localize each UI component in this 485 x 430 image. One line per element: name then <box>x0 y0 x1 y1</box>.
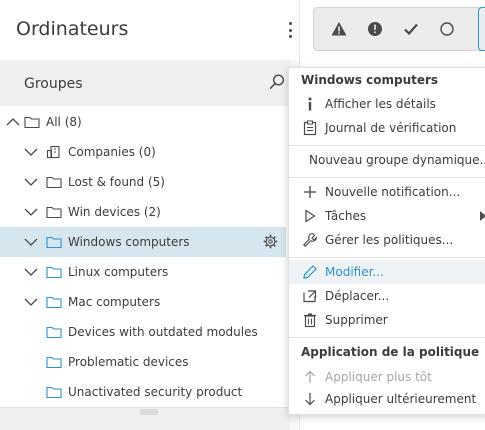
menu-item-delete[interactable]: Supprimer <box>289 308 485 332</box>
menu-heading: Windows computers <box>301 73 439 87</box>
filter-toggle-button[interactable] <box>478 7 485 51</box>
menu-item-label: Afficher les détails <box>325 97 436 111</box>
status-filter-bar <box>313 7 485 51</box>
tree-item-mac-computers[interactable]: Mac computers <box>0 287 286 317</box>
tree-item-label: All (8) <box>46 115 82 129</box>
tree-item-label: Problematic devices <box>68 355 189 369</box>
folder-icon <box>46 296 62 309</box>
search-icon[interactable] <box>268 73 286 91</box>
error-icon[interactable] <box>366 20 384 38</box>
menu-item-label: Gérer les politiques... <box>325 233 454 247</box>
warning-icon[interactable] <box>330 20 348 38</box>
tree-item-lost-found[interactable]: Lost & found (5) <box>0 167 286 197</box>
menu-item-label: Déplacer... <box>325 289 390 303</box>
none-icon[interactable] <box>438 20 456 38</box>
folder-icon <box>46 176 62 189</box>
play-icon <box>305 209 316 223</box>
menu-item-new-notification[interactable]: Nouvelle notification... <box>289 180 485 204</box>
menu-item-audit-log[interactable]: Journal de vérification <box>289 116 485 140</box>
menu-item-label: Nouvelle notification... <box>325 185 461 199</box>
dynamic-folder-icon <box>46 356 62 369</box>
computers-panel: Ordinateurs Groupes All (8) Companies (0… <box>0 0 298 430</box>
tree-item-label: Linux computers <box>68 265 169 279</box>
menu-item-move[interactable]: Déplacer... <box>289 284 485 308</box>
page-title: Ordinateurs <box>16 18 129 40</box>
arrow-up-icon <box>305 370 315 383</box>
resize-grip-icon[interactable] <box>140 409 158 415</box>
tree-item-label: Lost & found (5) <box>68 175 165 189</box>
ok-icon[interactable] <box>402 20 420 38</box>
chevron-up-icon[interactable] <box>6 115 20 129</box>
tree-item-label: Win devices (2) <box>68 205 161 219</box>
info-icon <box>308 97 312 111</box>
menu-item-label: Journal de vérification <box>325 121 457 135</box>
menu-item-label: Nouveau groupe dynamique... <box>309 153 485 167</box>
groups-label: Groupes <box>24 76 83 92</box>
tree-item-label: Companies (0) <box>68 145 156 159</box>
chevron-down-icon[interactable] <box>24 265 38 279</box>
menu-item-apply-later[interactable]: Appliquer ultérieurement <box>289 387 485 411</box>
menu-item-apply-earlier[interactable]: Appliquer plus tôt <box>289 365 485 389</box>
tree-item-label: Windows computers <box>68 235 190 249</box>
menu-separator <box>289 257 485 258</box>
menu-item-edit[interactable]: Modifier... <box>289 260 485 284</box>
tree-item-outdated-modules[interactable]: Devices with outdated modules <box>0 317 286 347</box>
menu-item-tasks[interactable]: Tâches <box>289 204 485 228</box>
tree-item-linux-computers[interactable]: Linux computers <box>0 257 286 287</box>
chevron-down-icon[interactable] <box>24 205 38 219</box>
tree-item-all[interactable]: All (8) <box>0 107 286 137</box>
trash-icon <box>304 313 316 328</box>
tree-item-problematic-devices[interactable]: Problematic devices <box>0 347 286 377</box>
chevron-down-icon[interactable] <box>24 175 38 189</box>
tree-item-label: Unactivated security product <box>68 385 243 399</box>
move-icon <box>303 290 317 303</box>
policy-heading: Application de la politique <box>301 345 480 359</box>
menu-separator <box>289 337 485 338</box>
company-icon <box>46 145 60 159</box>
wrench-icon <box>303 232 318 247</box>
menu-item-show-details[interactable]: Afficher les détails <box>289 92 485 116</box>
tree-item-label: Devices with outdated modules <box>68 325 258 339</box>
folder-icon <box>46 236 62 249</box>
more-options-icon[interactable] <box>283 20 297 40</box>
tree-item-label: Mac computers <box>68 295 161 309</box>
menu-item-manage-policies[interactable]: Gérer les politiques... <box>289 228 485 252</box>
arrow-down-icon <box>305 393 315 406</box>
audit-log-icon <box>303 120 317 136</box>
dynamic-folder-icon <box>46 386 62 399</box>
menu-item-label: Modifier... <box>325 265 384 279</box>
plus-icon <box>304 186 316 198</box>
dynamic-folder-icon <box>46 326 62 339</box>
groups-header: Groupes <box>0 60 290 106</box>
tree-item-unactivated-security[interactable]: Unactivated security product <box>0 377 286 407</box>
tree-item-windows-computers[interactable]: Windows computers <box>0 227 286 257</box>
chevron-down-icon[interactable] <box>24 235 38 249</box>
chevron-down-icon[interactable] <box>24 145 38 159</box>
chevron-down-icon[interactable] <box>24 295 38 309</box>
menu-item-label: Appliquer ultérieurement <box>325 392 477 406</box>
folder-icon <box>24 116 40 129</box>
menu-item-label: Appliquer plus tôt <box>325 370 432 384</box>
menu-item-label: Supprimer <box>325 313 388 327</box>
menu-item-new-dynamic-group[interactable]: Nouveau groupe dynamique... <box>289 148 485 172</box>
panel-resize-bar[interactable] <box>0 407 290 430</box>
tree-item-win-devices[interactable]: Win devices (2) <box>0 197 286 227</box>
tree-item-companies[interactable]: Companies (0) <box>0 137 286 167</box>
context-menu: Windows computers Afficher les détails J… <box>288 67 485 415</box>
pencil-icon <box>303 265 317 279</box>
chevron-right-icon <box>480 211 485 221</box>
menu-separator <box>289 145 485 146</box>
menu-item-label: Tâches <box>325 209 367 223</box>
folder-icon <box>46 266 62 279</box>
title-bar: Ordinateurs <box>0 0 298 60</box>
gear-icon[interactable] <box>263 234 278 249</box>
menu-separator <box>289 177 485 178</box>
folder-icon <box>46 206 62 219</box>
